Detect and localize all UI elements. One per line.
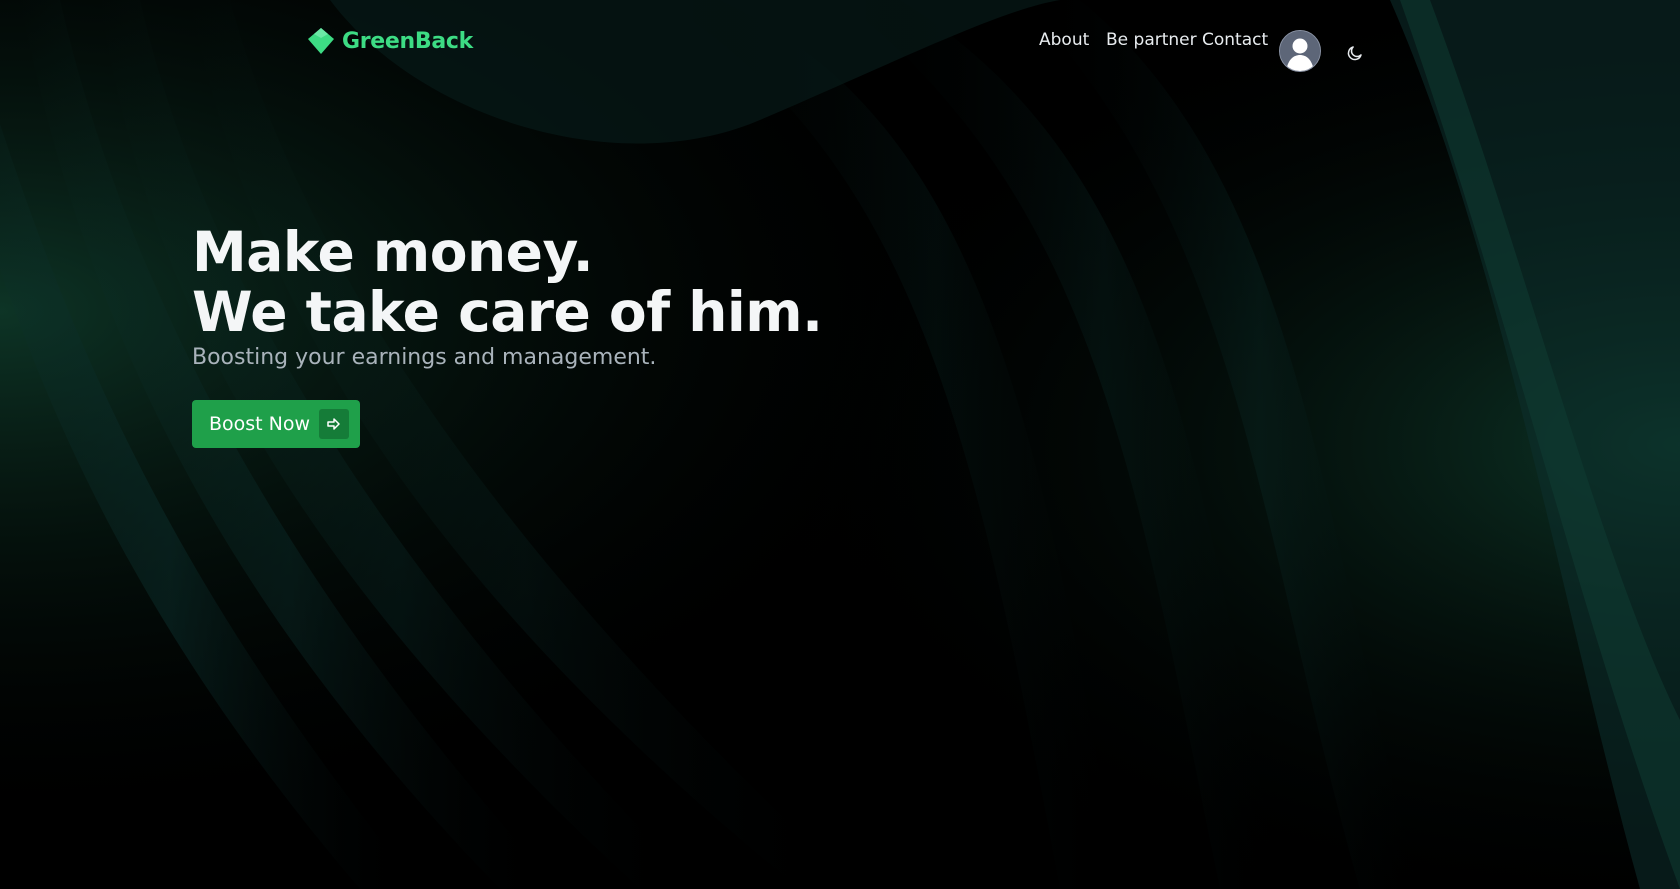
nav-links: About Be partner Contact (0, 14, 1680, 72)
top-navbar: GreenBack About Be partner Contact (0, 0, 1680, 80)
moon-icon (1347, 46, 1362, 61)
hero-subtitle: Boosting your earnings and management. (192, 345, 657, 370)
page: GreenBack About Be partner Contact Make … (0, 0, 1680, 889)
hero-title: Make money. We take care of him. (192, 222, 892, 342)
nav-link-about[interactable]: About (1039, 30, 1089, 50)
boost-now-label: Boost Now (209, 413, 311, 435)
boost-now-button[interactable]: Boost Now (192, 400, 360, 448)
hero-title-line-1: Make money. (192, 220, 594, 284)
theme-toggle-button[interactable] (1343, 41, 1367, 65)
hero-title-line-2: We take care of him. (192, 280, 823, 344)
user-avatar[interactable] (1279, 30, 1321, 72)
nav-link-contact[interactable]: Contact (1202, 30, 1268, 50)
nav-link-be-partner[interactable]: Be partner (1106, 30, 1197, 50)
hero-section: Make money. We take care of him. Boostin… (192, 222, 892, 448)
user-avatar-icon (1280, 31, 1320, 71)
arrow-right-icon (319, 409, 350, 439)
